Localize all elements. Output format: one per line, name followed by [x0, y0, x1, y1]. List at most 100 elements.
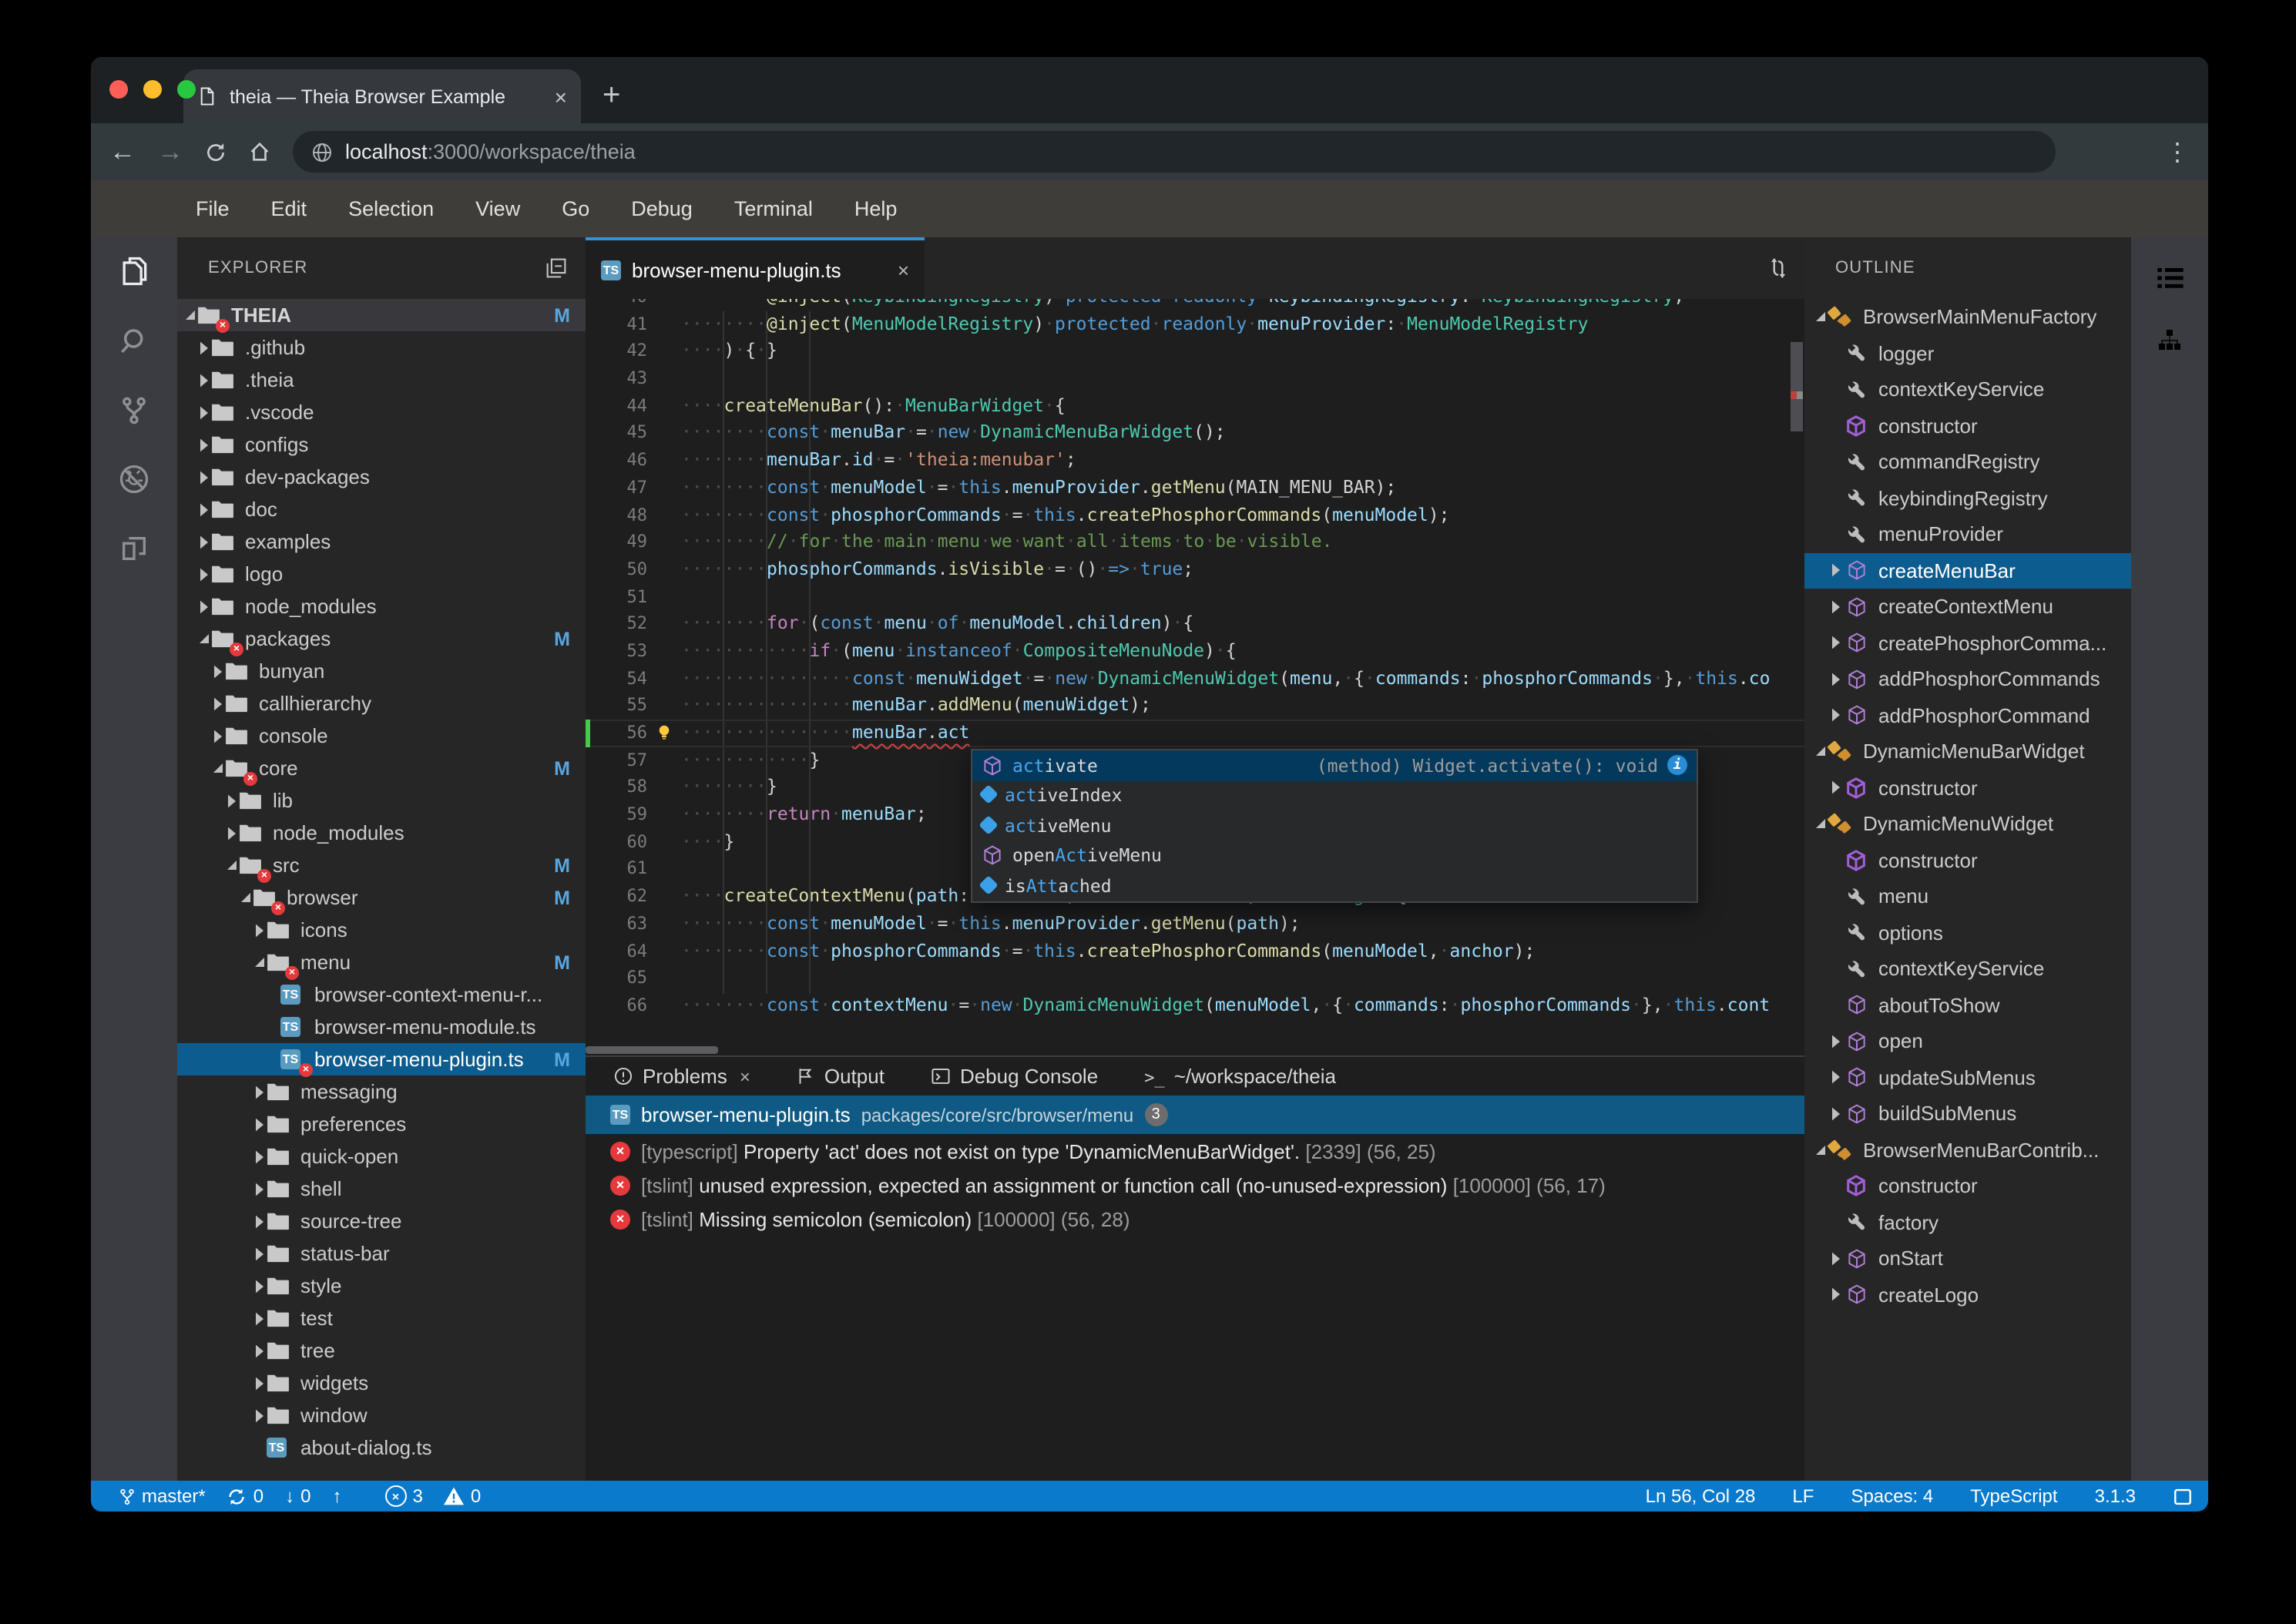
hierarchy-view-icon[interactable] — [2157, 328, 2182, 353]
status-down[interactable]: ↓ 0 — [285, 1485, 310, 1507]
status-ln-56-col-28[interactable]: Ln 56, Col 28 — [1646, 1485, 1756, 1507]
browser-tab[interactable]: theia — Theia Browser Example × — [183, 69, 581, 123]
menu-item-help[interactable]: Help — [854, 197, 898, 220]
code-line-55[interactable]: 55 ················menuBar.addMenu(menuWi… — [586, 693, 1804, 720]
outline-item-updatesubmenus[interactable]: updateSubMenus — [1804, 1059, 2131, 1096]
suggest-item[interactable]: isAttached — [972, 871, 1697, 901]
home-icon[interactable] — [248, 140, 271, 163]
outline-item-createlogo[interactable]: createLogo — [1804, 1277, 2131, 1313]
tree-item-doc[interactable]: doc — [177, 493, 586, 525]
tree-item-preferences[interactable]: preferences — [177, 1108, 586, 1140]
outline-item-contextkeyservice[interactable]: contextKeyService — [1804, 951, 2131, 987]
tree-item-packages[interactable]: × packages M — [177, 622, 586, 656]
outline-item-createcontextmenu[interactable]: createContextMenu — [1804, 589, 2131, 625]
menu-item-edit[interactable]: Edit — [271, 197, 307, 220]
tree-item-shell[interactable]: shell — [177, 1173, 586, 1205]
outline-item-buildsubmenus[interactable]: buildSubMenus — [1804, 1096, 2131, 1132]
code-line-66[interactable]: 66 ········const·contextMenu·=·new·Dynami… — [586, 992, 1804, 1019]
outline-item-createphosphorcomma-[interactable]: createPhosphorComma... — [1804, 625, 2131, 661]
outline-item-dynamicmenubarwidget[interactable]: DynamicMenuBarWidget — [1804, 733, 2131, 770]
code-line-45[interactable]: 45 ········const·menuBar·=·new·DynamicMen… — [586, 420, 1804, 447]
tree-item-lib[interactable]: lib — [177, 784, 586, 817]
menu-item-debug[interactable]: Debug — [631, 197, 693, 220]
tree-item-node-modules[interactable]: node_modules — [177, 817, 586, 849]
problem-row[interactable]: × [typescript] Property 'act' does not ex… — [586, 1134, 1804, 1168]
minimize-window-button[interactable] — [143, 80, 162, 99]
panel-tab-output[interactable]: Output — [797, 1065, 884, 1088]
debug-off-icon[interactable] — [116, 461, 153, 498]
outline-item-browsermainmenufactory[interactable]: BrowserMainMenuFactory — [1804, 299, 2131, 335]
code-line-53[interactable]: 53 ············if·(menu·instanceof·Compos… — [586, 638, 1804, 665]
tree-item-tree[interactable]: tree — [177, 1334, 586, 1367]
tree-item-widgets[interactable]: widgets — [177, 1367, 586, 1399]
tree-item-source-tree[interactable]: source-tree — [177, 1205, 586, 1237]
lightbulb-icon[interactable] — [647, 720, 681, 747]
outline-item-constructor[interactable]: constructor — [1804, 1168, 2131, 1204]
split-editor-icon[interactable] — [1767, 257, 1789, 279]
tree-item--theia[interactable]: .theia — [177, 364, 586, 396]
tree-item-style[interactable]: style — [177, 1270, 586, 1302]
code-line-47[interactable]: 47 ········const·menuModel·=·this.menuPro… — [586, 475, 1804, 502]
tree-item-window[interactable]: window — [177, 1399, 586, 1431]
close-window-button[interactable] — [109, 80, 128, 99]
status-lf[interactable]: LF — [1792, 1485, 1814, 1507]
tree-item-core[interactable]: × core M — [177, 752, 586, 786]
code-line-50[interactable]: 50 ········phosphorCommands.isVisible·=·(… — [586, 556, 1804, 583]
code-line-65[interactable]: 65 — [586, 965, 1804, 992]
tree-item-console[interactable]: console — [177, 720, 586, 752]
tree-item-browser[interactable]: × browser M — [177, 881, 586, 915]
outline-item-open[interactable]: open — [1804, 1023, 2131, 1059]
outline-item-onstart[interactable]: onStart — [1804, 1240, 2131, 1277]
suggest-item[interactable]: activeIndex — [972, 780, 1697, 810]
horizontal-scrollbar-thumb[interactable] — [586, 1046, 718, 1054]
tree-item-bunyan[interactable]: bunyan — [177, 655, 586, 687]
tree-item-dev-packages[interactable]: dev-packages — [177, 461, 586, 493]
tree-item-messaging[interactable]: messaging — [177, 1075, 586, 1108]
browser-menu-icon[interactable]: ⋮ — [2165, 136, 2190, 167]
status-warning[interactable]: 0 — [444, 1485, 481, 1507]
menu-item-view[interactable]: View — [475, 197, 520, 220]
problem-row[interactable]: × [tslint] unused expression, expected an… — [586, 1168, 1804, 1202]
panel-tab-problems[interactable]: Problems × — [613, 1065, 750, 1088]
tree-item-quick-open[interactable]: quick-open — [177, 1140, 586, 1173]
status-typescript[interactable]: TypeScript — [1970, 1485, 2057, 1507]
code-line-44[interactable]: 44 ····createMenuBar():·MenuBarWidget·{ — [586, 393, 1804, 420]
status-error[interactable]: × 3 — [384, 1485, 423, 1507]
tree-item-node-modules[interactable]: node_modules — [177, 590, 586, 622]
code-line-40[interactable]: 40········@inject(KeybindingRegistry)·pr… — [586, 299, 1804, 310]
git-icon[interactable] — [116, 391, 153, 428]
info-icon[interactable]: i — [1667, 755, 1687, 776]
outline-item-constructor[interactable]: constructor — [1804, 408, 2131, 444]
menu-item-terminal[interactable]: Terminal — [734, 197, 813, 220]
outline-item-contextkeyservice[interactable]: contextKeyService — [1804, 371, 2131, 408]
back-icon[interactable]: ← — [109, 139, 136, 165]
tree-item-configs[interactable]: configs — [177, 428, 586, 461]
code-line-46[interactable]: 46 ········menuBar.id·=·'theia:menubar'; — [586, 447, 1804, 474]
outline-item-abouttoshow[interactable]: aboutToShow — [1804, 987, 2131, 1023]
outline-item-menuprovider[interactable]: menuProvider — [1804, 516, 2131, 552]
code-line-63[interactable]: 63 ········const·menuModel·=·this.menuPro… — [586, 911, 1804, 938]
status-up[interactable]: ↑ — [332, 1485, 341, 1507]
tree-item--vscode[interactable]: .vscode — [177, 396, 586, 428]
close-panel-icon[interactable]: × — [740, 1065, 750, 1087]
code-line-56[interactable]: 56 ················menuBar.act — [586, 720, 1804, 747]
search-icon[interactable] — [116, 322, 153, 359]
tree-item-about-dialog-ts[interactable]: TS about-dialog.ts — [177, 1431, 586, 1464]
status-3-1-3[interactable]: 3.1.3 — [2095, 1485, 2136, 1507]
close-tab-icon[interactable]: × — [555, 84, 567, 109]
menu-item-file[interactable]: File — [196, 197, 230, 220]
forward-icon[interactable]: → — [157, 139, 183, 165]
tree-item-theia[interactable]: × THEIA M — [177, 299, 586, 333]
panel-tab-debug-console[interactable]: Debug Console — [931, 1065, 1098, 1088]
code-line-64[interactable]: 64 ········const·phosphorCommands·=·this.… — [586, 938, 1804, 965]
reload-icon[interactable] — [205, 141, 227, 163]
tree-item-test[interactable]: test — [177, 1302, 586, 1334]
code-line-41[interactable]: 41 ········@inject(MenuModelRegistry)·pro… — [586, 310, 1804, 337]
tree-item-icons[interactable]: icons — [177, 914, 586, 946]
outline-item-commandregistry[interactable]: commandRegistry — [1804, 444, 2131, 480]
tree-item-browser-menu-plugin-ts[interactable]: TS × browser-menu-plugin.ts M — [177, 1043, 586, 1077]
code-line-43[interactable]: 43 — [586, 365, 1804, 392]
suggest-item[interactable]: openActiveMenu — [972, 841, 1697, 871]
tree-item-browser-menu-module-ts[interactable]: TS browser-menu-module.ts — [177, 1011, 586, 1043]
files-icon[interactable] — [116, 253, 153, 290]
